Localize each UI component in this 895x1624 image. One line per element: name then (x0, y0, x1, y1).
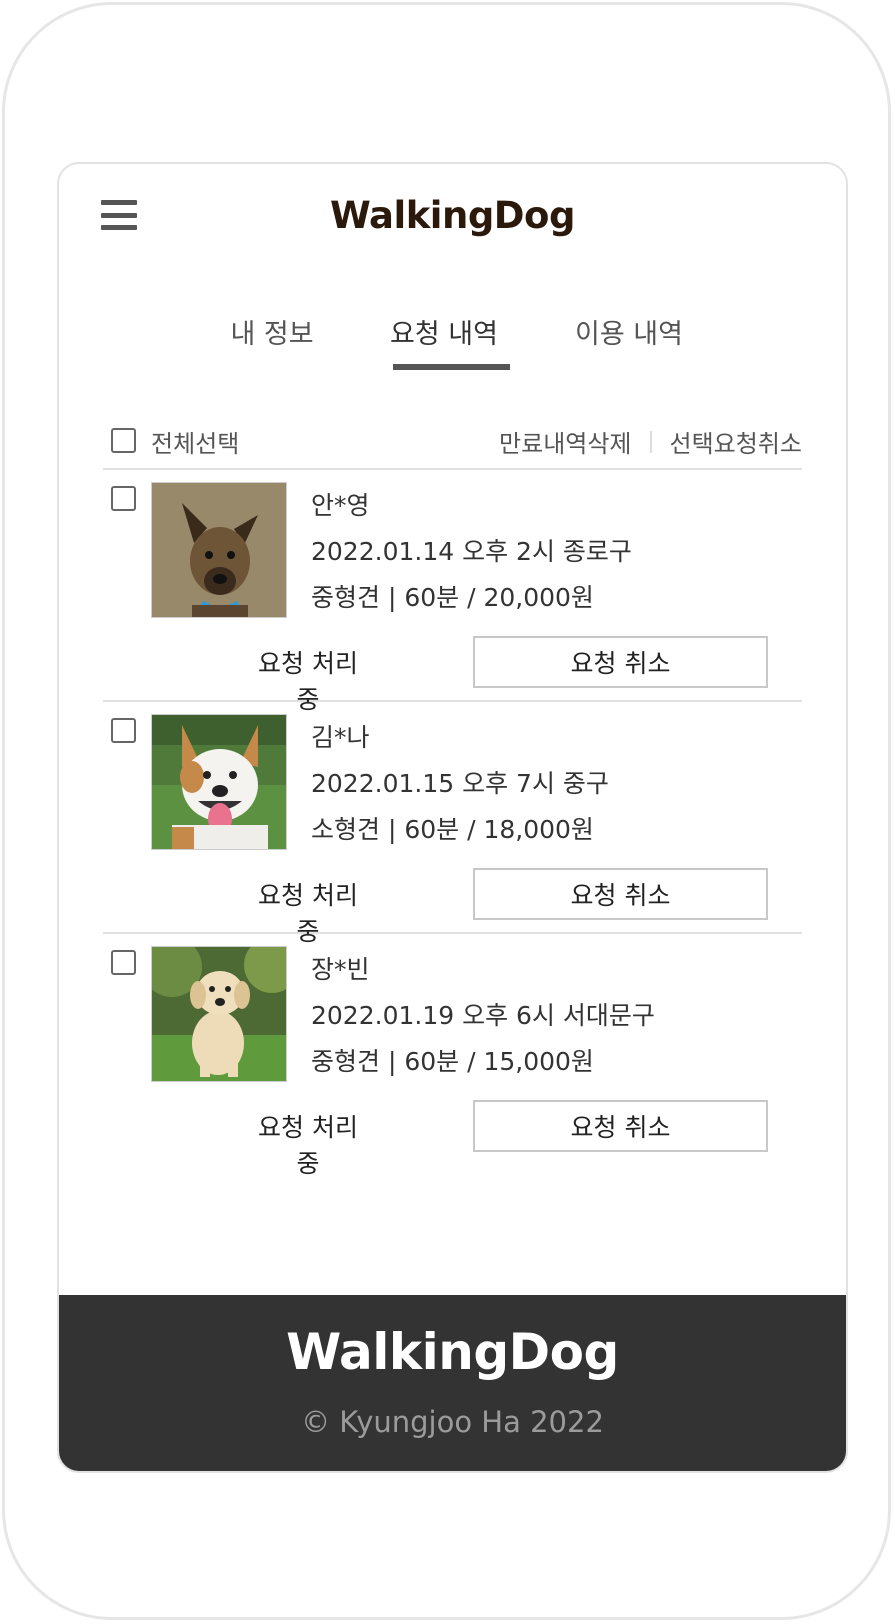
cancel-request-button[interactable]: 요청 취소 (473, 868, 768, 920)
request-item: 안*영 2022.01.14 오후 2시 종로구 중형견 | 60분 / 20,… (103, 470, 802, 714)
phone-frame: WalkingDog 내 정보 요청 내역 이용 내역 전체선택 만료내역삭제 … (2, 2, 891, 1620)
footer: WalkingDog © Kyungjoo Ha 2022 (59, 1295, 846, 1471)
tab-my-info[interactable]: 내 정보 (217, 312, 327, 351)
dog-photo-mixed-breed (151, 482, 287, 618)
request-datetime: 2022.01.19 오후 6시 서대문구 (311, 1001, 655, 1030)
request-detail: 중형견 | 60분 / 20,000원 (311, 583, 594, 612)
request-detail: 중형견 | 60분 / 15,000원 (311, 1047, 594, 1076)
footer-logo: WalkingDog (286, 1323, 619, 1381)
requester-name: 장*빈 (311, 955, 370, 984)
request-status: 요청 처리 중 (258, 1113, 358, 1178)
tab-request-history[interactable]: 요청 내역 (384, 312, 504, 351)
tab-bar: 내 정보 요청 내역 이용 내역 (59, 312, 846, 372)
dog-photo-smiling-terrier (151, 714, 287, 850)
toolbar-divider (649, 430, 652, 453)
select-all-label[interactable]: 전체선택 (151, 424, 239, 459)
dog-photo-golden-puppy (151, 946, 287, 1082)
select-all-checkbox[interactable] (111, 428, 136, 453)
request-list: 안*영 2022.01.14 오후 2시 종로구 중형견 | 60분 / 20,… (103, 470, 802, 1178)
request-item: 장*빈 2022.01.19 오후 6시 서대문구 중형견 | 60분 / 15… (103, 934, 802, 1178)
request-checkbox[interactable] (111, 718, 136, 743)
active-tab-indicator (393, 364, 510, 370)
tab-usage-history[interactable]: 이용 내역 (559, 312, 699, 351)
cancel-request-button[interactable]: 요청 취소 (473, 636, 768, 688)
request-checkbox[interactable] (111, 486, 136, 511)
requester-name: 안*영 (311, 491, 370, 520)
request-datetime: 2022.01.15 오후 7시 중구 (311, 769, 609, 798)
toolbar-actions: 만료내역삭제 선택요청취소 (499, 424, 802, 459)
cancel-request-button[interactable]: 요청 취소 (473, 1100, 768, 1152)
header-logo[interactable]: WalkingDog (59, 194, 846, 237)
request-datetime: 2022.01.14 오후 2시 종로구 (311, 537, 632, 566)
cancel-selected-button[interactable]: 선택요청취소 (670, 424, 802, 459)
request-checkbox[interactable] (111, 950, 136, 975)
footer-copyright: © Kyungjoo Ha 2022 (301, 1405, 604, 1439)
app-screen: WalkingDog 내 정보 요청 내역 이용 내역 전체선택 만료내역삭제 … (57, 162, 848, 1473)
delete-expired-button[interactable]: 만료내역삭제 (499, 424, 631, 459)
list-toolbar: 전체선택 만료내역삭제 선택요청취소 (103, 422, 802, 470)
request-item: 김*나 2022.01.15 오후 7시 중구 소형견 | 60분 / 18,0… (103, 702, 802, 946)
requester-name: 김*나 (311, 723, 370, 752)
request-detail: 소형견 | 60분 / 18,000원 (311, 815, 594, 844)
